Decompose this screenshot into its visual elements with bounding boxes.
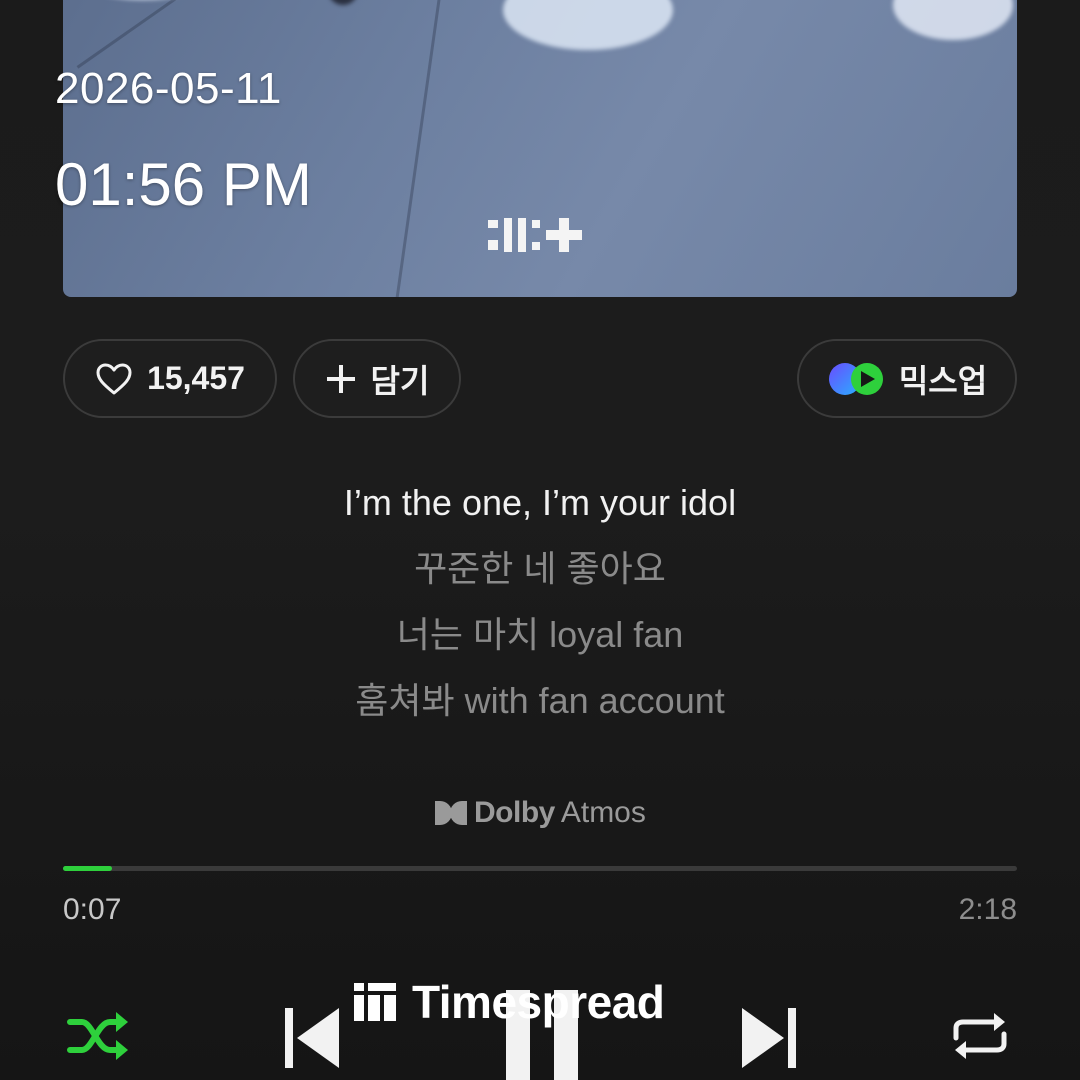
- repeat-icon: [953, 1013, 1007, 1059]
- lyric-line[interactable]: 너는 마치 loyal fan: [0, 610, 1080, 676]
- overlay-date: 2026-05-11: [55, 64, 282, 113]
- mixup-label: 믹스업: [898, 362, 988, 399]
- lyric-line[interactable]: 꾸준한 네 좋아요: [0, 544, 1080, 610]
- watermark-logo-icon: [354, 983, 396, 1021]
- next-button[interactable]: [740, 1006, 798, 1075]
- skip-previous-icon: [285, 1008, 339, 1068]
- progress-fill: [63, 866, 112, 871]
- album-art-figure: [893, 0, 1013, 40]
- previous-button[interactable]: [283, 1006, 341, 1075]
- total-time: 2:18: [958, 893, 1017, 926]
- lyric-line-current[interactable]: I’m the one, I’m your idol: [0, 478, 1080, 544]
- mixup-button[interactable]: 믹스업: [797, 339, 1017, 418]
- mixup-icon: [828, 362, 883, 395]
- dolby-product: Atmos: [560, 796, 646, 829]
- watermark-text: Timespread: [412, 976, 665, 1028]
- dolby-brand: Dolby: [474, 796, 555, 829]
- overlay-time: 01:56 PM: [55, 151, 312, 218]
- album-art-figure: [328, 0, 358, 5]
- like-button[interactable]: 15,457: [63, 339, 277, 418]
- plus-icon: [326, 364, 355, 393]
- album-logo-icon: [488, 218, 582, 252]
- progress-bar[interactable]: [63, 866, 1017, 871]
- album-art-figure: [503, 0, 673, 50]
- watermark: Timespread: [354, 976, 665, 1028]
- player-screen: 2026-05-11 01:56 PM 15,457 담기 믹스업 I’m th…: [0, 0, 1080, 1080]
- add-to-playlist-button[interactable]: 담기: [293, 339, 461, 418]
- album-art-pavement-line: [76, 0, 210, 69]
- skip-next-icon: [742, 1008, 796, 1068]
- dolby-atmos-badge: Dolby Atmos: [434, 793, 646, 833]
- shuffle-button[interactable]: [66, 1010, 132, 1067]
- repeat-button[interactable]: [950, 1010, 1010, 1067]
- album-art[interactable]: [63, 0, 1017, 297]
- dolby-logo-icon: [435, 801, 467, 825]
- album-art-pavement-line: [395, 0, 444, 297]
- lyrics-panel[interactable]: I’m the one, I’m your idol 꾸준한 네 좋아요 너는 …: [0, 478, 1080, 742]
- shuffle-icon: [67, 1012, 128, 1060]
- elapsed-time: 0:07: [63, 893, 122, 926]
- heart-icon: [96, 363, 132, 394]
- like-count: 15,457: [147, 360, 245, 396]
- add-label: 담기: [370, 362, 430, 399]
- lyric-line[interactable]: 훔쳐봐 with fan account: [0, 676, 1080, 742]
